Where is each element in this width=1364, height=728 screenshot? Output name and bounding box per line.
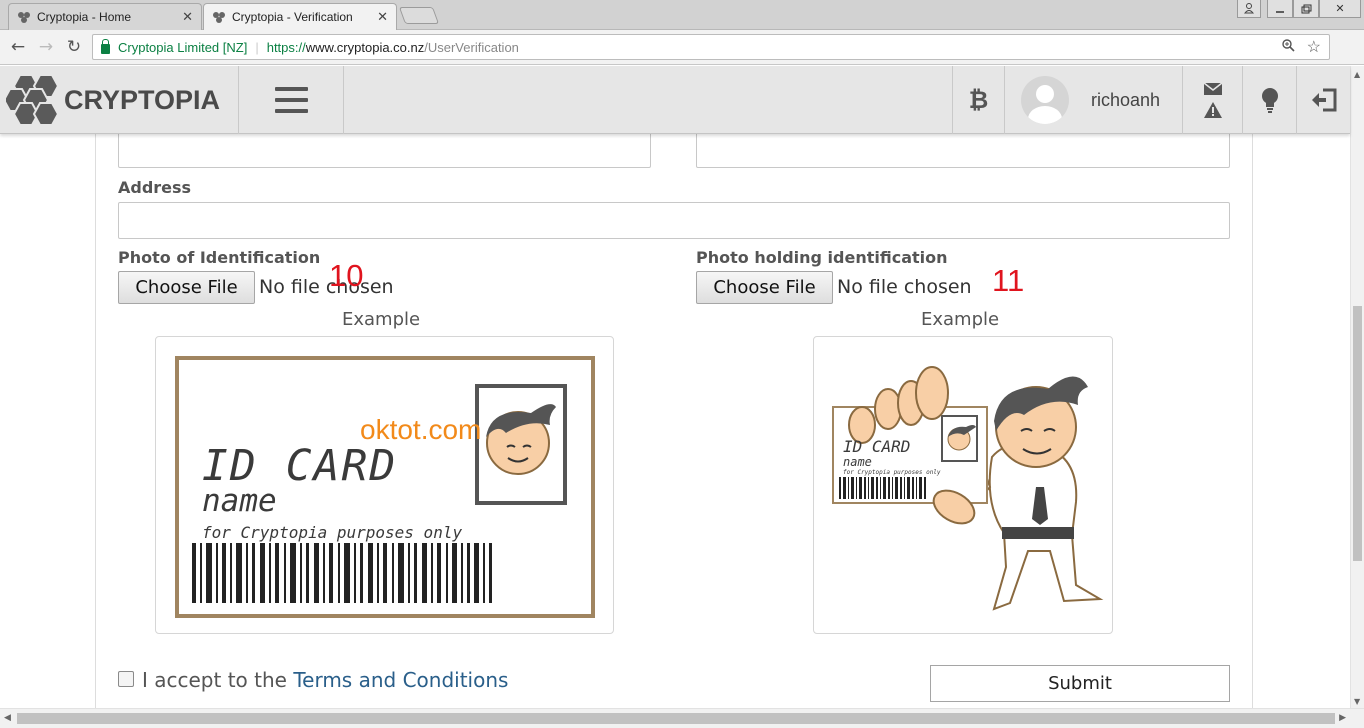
avatar (1021, 76, 1069, 124)
vertical-scrollbar[interactable]: ▲ ▼ (1350, 66, 1364, 708)
address-label: Address (118, 178, 192, 197)
url-scheme: https:// (266, 39, 306, 55)
profile-icon[interactable] (1237, 0, 1261, 18)
restore-button[interactable] (1293, 0, 1319, 18)
hexagon-logo-icon (6, 74, 60, 126)
terms-link[interactable]: Terms and Conditions (293, 668, 508, 692)
minimize-button[interactable] (1267, 0, 1293, 18)
hamburger-menu-button[interactable] (238, 66, 344, 134)
user-menu[interactable]: richoanh (1004, 66, 1182, 134)
cryptopia-favicon-icon (213, 12, 225, 23)
bitcoin-icon[interactable]: ₿ (952, 66, 1004, 134)
address-bar-row: ← → ↻ Cryptopia Limited [NZ] | https:// … (0, 30, 1364, 86)
photo-holding-label: Photo holding identification (696, 248, 948, 267)
accept-text: I accept to the (142, 668, 294, 692)
no-file-chosen-holding: No file chosen (837, 276, 972, 298)
site-header: CRYPTOPIA ₿ richoanh (0, 66, 1350, 134)
submit-button[interactable]: Submit (930, 665, 1230, 702)
tab-bar: Cryptopia - Home ✕ Cryptopia - Verificat… (0, 0, 1364, 30)
no-file-chosen-id: No file chosen (259, 276, 394, 298)
small-card-name: name (843, 455, 872, 469)
example-caption-holding: Example (921, 309, 1000, 330)
brand-name: CRYPTOPIA (64, 84, 221, 115)
hamburger-icon (274, 87, 308, 113)
warning-icon (1203, 101, 1222, 118)
example-caption-id: Example (342, 309, 421, 330)
small-card-purpose: for Cryptopia purposes only (843, 469, 941, 476)
tab-title: Cryptopia - Home (37, 10, 132, 24)
site-identity: Cryptopia Limited [NZ] (118, 39, 248, 55)
reload-icon[interactable]: ↻ (64, 37, 84, 57)
tab-verification[interactable]: Cryptopia - Verification ✕ (203, 3, 397, 30)
username: richoanh (1091, 89, 1161, 110)
close-tab-icon[interactable]: ✕ (182, 9, 193, 25)
scroll-up-icon[interactable]: ▲ (1354, 70, 1360, 79)
url-field[interactable]: Cryptopia Limited [NZ] | https:// www.cr… (92, 34, 1330, 60)
lock-icon (101, 39, 110, 54)
small-card-title: ID CARD (843, 437, 911, 456)
horizontal-scroll-thumb[interactable] (17, 713, 1335, 724)
url-host: www.cryptopia.co.nz (305, 39, 425, 55)
annotation-number-10: 10 (329, 258, 364, 293)
choose-file-id-button[interactable]: Choose File (118, 271, 255, 304)
photo-id-label: Photo of Identification (118, 248, 321, 267)
url-separator: | (255, 39, 259, 55)
scroll-left-icon[interactable]: ◀ (4, 713, 11, 723)
cryptopia-logo[interactable]: CRYPTOPIA (6, 72, 236, 128)
forward-arrow-icon[interactable]: → (36, 37, 56, 57)
vertical-scroll-thumb[interactable] (1353, 306, 1362, 561)
messages-alerts-button[interactable] (1182, 66, 1242, 134)
envelope-icon (1203, 81, 1222, 95)
url-path: /UserVerification (424, 39, 519, 55)
address-input[interactable] (118, 202, 1230, 239)
zoom-icon[interactable] (1282, 39, 1295, 55)
accept-terms-checkbox[interactable] (118, 671, 134, 687)
lightbulb-icon[interactable] (1242, 66, 1296, 134)
logout-icon[interactable] (1296, 66, 1350, 134)
tab-title: Cryptopia - Verification (232, 10, 353, 24)
screen: Cryptopia - Home ✕ Cryptopia - Verificat… (0, 0, 1364, 728)
scroll-down-icon[interactable]: ▼ (1354, 697, 1360, 706)
horizontal-scrollbar[interactable]: ◀ ▶ (0, 708, 1364, 728)
tab-home[interactable]: Cryptopia - Home ✕ (8, 3, 202, 30)
id-card-purpose: for Cryptopia purposes only (202, 523, 463, 542)
id-card-name: name (202, 483, 277, 519)
bookmark-star-icon[interactable]: ☆ (1307, 37, 1321, 57)
annotation-number-11: 11 (992, 263, 1025, 298)
id-card-example-image: ID CARD name for Cryptopia purposes only (155, 336, 614, 634)
watermark-text: oktot.com (360, 414, 482, 445)
back-arrow-icon[interactable]: ← (8, 37, 28, 57)
holding-id-example-image: ID CARD name for Cryptopia purposes only (813, 336, 1113, 634)
choose-file-holding-button[interactable]: Choose File (696, 271, 833, 304)
new-tab-button[interactable] (398, 7, 440, 24)
cryptopia-favicon-icon (18, 12, 30, 23)
scroll-right-icon[interactable]: ▶ (1339, 713, 1346, 723)
close-window-button[interactable]: ✕ (1319, 0, 1361, 18)
close-tab-icon[interactable]: ✕ (377, 9, 388, 25)
accept-terms-label: I accept to the Terms and Conditions (142, 668, 508, 692)
